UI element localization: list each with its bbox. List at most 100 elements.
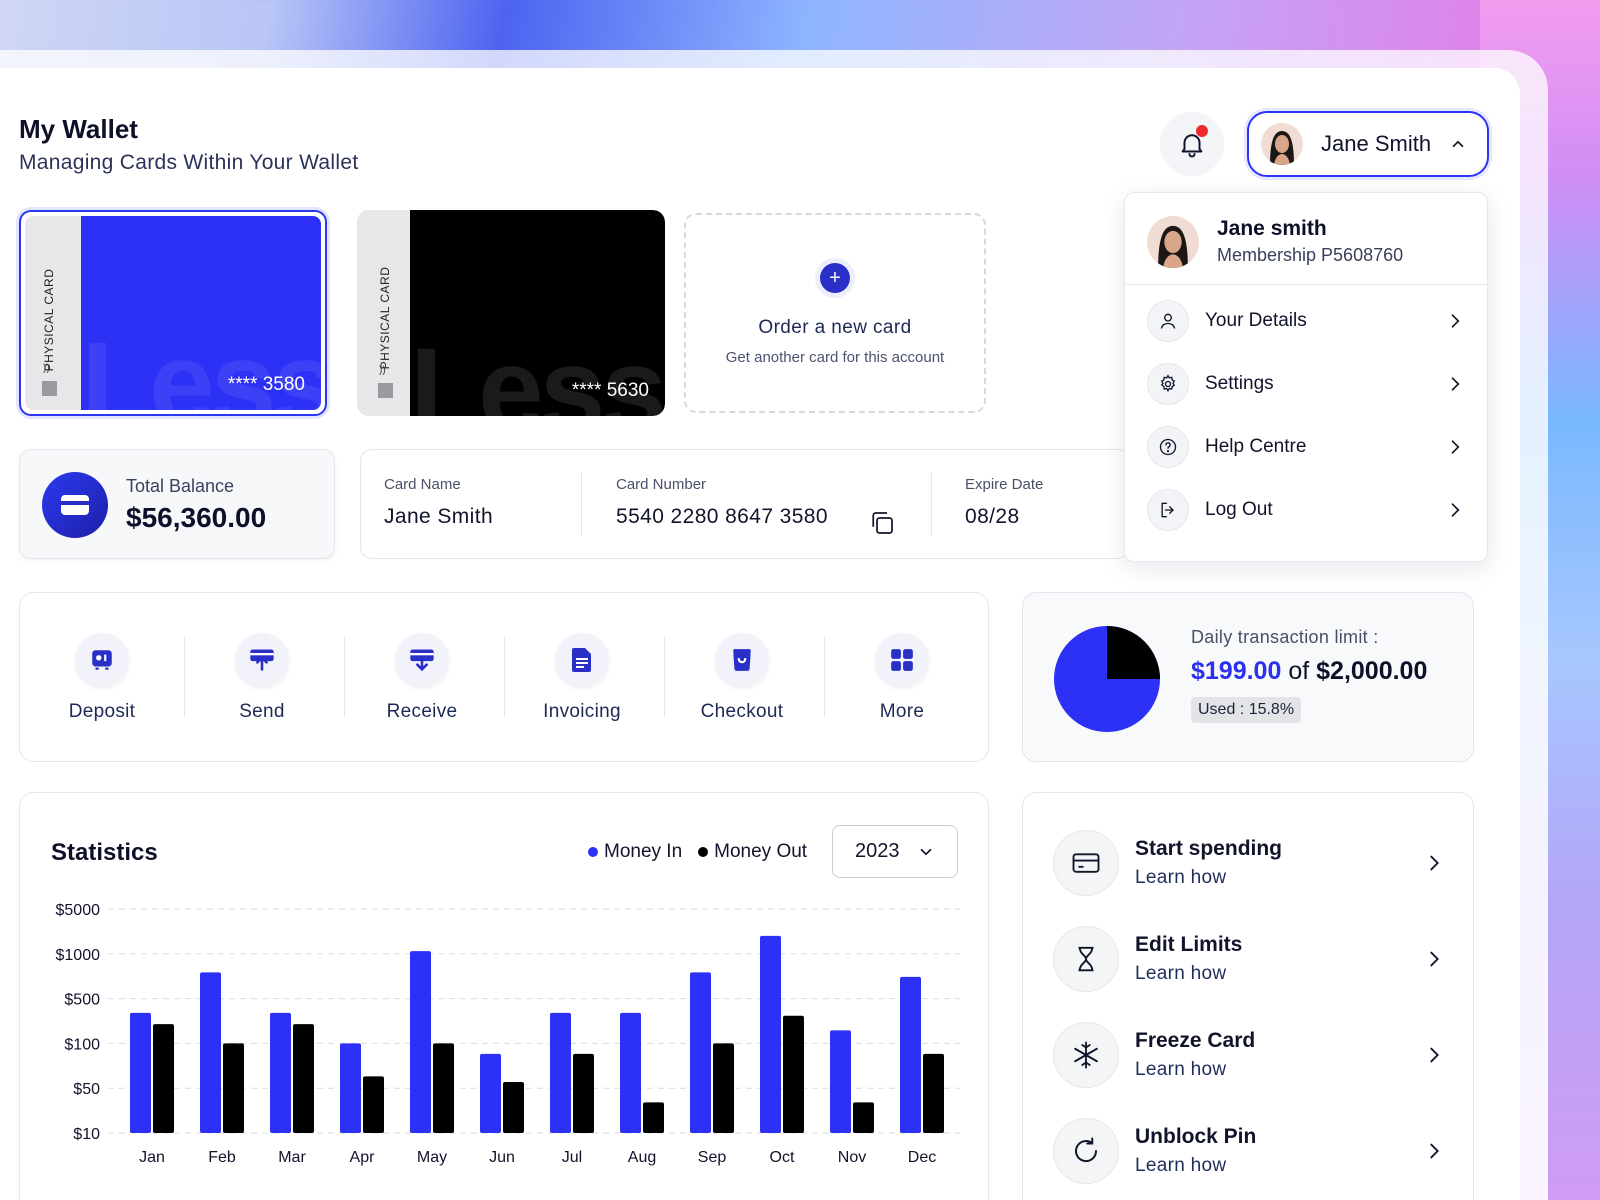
logout-icon bbox=[1147, 488, 1189, 531]
bar-money-in-dec bbox=[900, 976, 921, 1133]
menu-item-settings[interactable]: Settings bbox=[1125, 352, 1487, 415]
user-menu-button[interactable]: Jane Smith bbox=[1247, 111, 1489, 177]
x-tick-label: Apr bbox=[350, 1149, 376, 1166]
bar-money-out-mar bbox=[293, 1024, 314, 1133]
copy-icon[interactable] bbox=[867, 508, 897, 543]
bar-money-in-feb bbox=[200, 972, 221, 1133]
x-tick-label: Nov bbox=[838, 1149, 866, 1166]
card-type-label: PHYSICAL CARD bbox=[42, 268, 56, 372]
used-percentage-badge: Used : 15.8% bbox=[1191, 697, 1302, 723]
hourglass-icon bbox=[1053, 926, 1119, 992]
action-receive[interactable]: Receive bbox=[342, 633, 502, 723]
menu-item-your-details[interactable]: Your Details bbox=[1125, 289, 1487, 352]
card-name-value: Jane Smith bbox=[384, 505, 494, 528]
bag-icon bbox=[715, 633, 769, 687]
limit-label: Daily transaction limit : bbox=[1191, 627, 1379, 647]
bar-money-out-jan bbox=[153, 1024, 174, 1133]
legend-dot bbox=[698, 847, 709, 857]
chevron-right-icon bbox=[1451, 313, 1460, 328]
action-label: Deposit bbox=[68, 701, 136, 722]
legend-label: Money Out bbox=[714, 841, 808, 862]
x-tick-label: Jan bbox=[139, 1149, 165, 1166]
x-tick-label: Jun bbox=[489, 1149, 515, 1166]
limit-value: $199.00 of $2,000.00 bbox=[1191, 657, 1427, 686]
order-new-card-button[interactable]: + Order a new card Get another card for … bbox=[684, 213, 986, 413]
y-tick-label: $500 bbox=[64, 992, 100, 1009]
action-invoicing[interactable]: Invoicing bbox=[502, 633, 662, 723]
bar-money-in-mar bbox=[270, 1012, 291, 1133]
statistics-title: Statistics bbox=[51, 839, 158, 866]
chevron-down-icon bbox=[920, 848, 932, 855]
action-label: Invoicing bbox=[543, 701, 621, 722]
membership-id: Membership P5608760 bbox=[1217, 245, 1404, 265]
total-balance-panel: Total Balance $56,360.00 bbox=[19, 449, 335, 559]
send-icon bbox=[235, 633, 289, 687]
bar-money-out-dec bbox=[923, 1053, 944, 1133]
card-name-field: Card Name Jane Smith bbox=[384, 476, 493, 529]
tip-start-spending[interactable]: Start spending Learn how bbox=[1053, 825, 1445, 901]
legend-dot bbox=[588, 847, 598, 857]
expiry-field: Expire Date 08/28 bbox=[965, 476, 1043, 529]
x-tick-label: Oct bbox=[770, 1149, 795, 1166]
x-tick-label: Sep bbox=[698, 1149, 727, 1166]
daily-limit-panel: Daily transaction limit : $199.00 of $2,… bbox=[1022, 592, 1474, 762]
card-chip-icon bbox=[42, 381, 57, 396]
bar-money-out-feb bbox=[223, 1043, 244, 1133]
tip-subtitle: Learn how bbox=[1135, 1059, 1227, 1080]
legend-label: Money In bbox=[604, 841, 683, 862]
legend-money-in: Money In bbox=[588, 841, 682, 863]
card-face: Less **** 5630 bbox=[410, 210, 665, 416]
tip-freeze-card[interactable]: Freeze Card Learn how bbox=[1053, 1017, 1445, 1093]
deposit-icon bbox=[75, 633, 129, 687]
bar-money-in-aug bbox=[620, 1012, 641, 1133]
card-type-label: PHYSICAL CARD bbox=[378, 266, 392, 370]
year-select[interactable]: 2023 bbox=[832, 825, 958, 878]
physical-card-3580[interactable]: PHYSICAL CARD )) Less **** 3580 bbox=[19, 210, 327, 416]
page-title: My Wallet bbox=[19, 114, 138, 144]
x-tick-label: May bbox=[417, 1149, 447, 1166]
card-icon bbox=[1053, 830, 1119, 896]
chevron-right-icon bbox=[1430, 855, 1439, 871]
action-checkout[interactable]: Checkout bbox=[662, 633, 822, 723]
order-card-subtitle: Get another card for this account bbox=[725, 349, 945, 366]
action-more[interactable]: More bbox=[822, 633, 982, 723]
chart-legend: Money In Money Out bbox=[588, 841, 807, 863]
card-face: Less **** 3580 bbox=[81, 216, 325, 414]
divider bbox=[581, 472, 582, 536]
plus-icon: + bbox=[820, 263, 850, 293]
action-label: Receive bbox=[386, 701, 458, 722]
tip-unblock-pin[interactable]: Unblock Pin Learn how bbox=[1053, 1113, 1445, 1189]
notifications-button[interactable] bbox=[1160, 112, 1224, 176]
card-number-label: Card Number bbox=[616, 476, 707, 493]
card-icon bbox=[42, 472, 108, 538]
menu-item-log-out[interactable]: Log Out bbox=[1125, 478, 1487, 541]
card-number-field: Card Number 5540 2280 8647 3580 bbox=[616, 476, 828, 529]
bar-money-in-oct bbox=[760, 935, 781, 1133]
y-tick-label: $100 bbox=[64, 1036, 100, 1053]
chevron-right-icon bbox=[1451, 376, 1460, 391]
bar-money-in-nov bbox=[830, 1030, 851, 1133]
menu-item-label: Log Out bbox=[1205, 498, 1273, 520]
order-card-title: Order a new card bbox=[758, 317, 912, 338]
menu-item-help-centre[interactable]: Help Centre bbox=[1125, 415, 1487, 478]
action-send[interactable]: Send bbox=[182, 633, 342, 723]
physical-card-5630[interactable]: PHYSICAL CARD )) Less **** 5630 bbox=[357, 210, 665, 416]
expiry-label: Expire Date bbox=[965, 476, 1044, 493]
notification-badge bbox=[1196, 125, 1208, 137]
nfc-icon: )) bbox=[379, 365, 386, 376]
card-chip-icon bbox=[378, 383, 393, 398]
menu-item-label: Your Details bbox=[1205, 309, 1307, 331]
chevron-right-icon bbox=[1430, 1047, 1439, 1063]
user-dropdown-menu: Jane smith Membership P5608760 Your Deta… bbox=[1124, 192, 1488, 562]
bar-money-in-jun bbox=[480, 1053, 501, 1133]
expiry-value: 08/28 bbox=[965, 505, 1020, 528]
chevron-right-icon bbox=[1430, 951, 1439, 967]
card-name-label: Card Name bbox=[384, 476, 461, 493]
bar-money-out-may bbox=[433, 1043, 454, 1133]
bar-money-out-oct bbox=[783, 1015, 804, 1133]
tip-edit-limits[interactable]: Edit Limits Learn how bbox=[1053, 921, 1445, 997]
tip-subtitle: Learn how bbox=[1135, 867, 1227, 888]
action-label: More bbox=[879, 701, 925, 722]
bar-money-out-aug bbox=[643, 1102, 664, 1133]
action-deposit[interactable]: Deposit bbox=[22, 633, 182, 723]
